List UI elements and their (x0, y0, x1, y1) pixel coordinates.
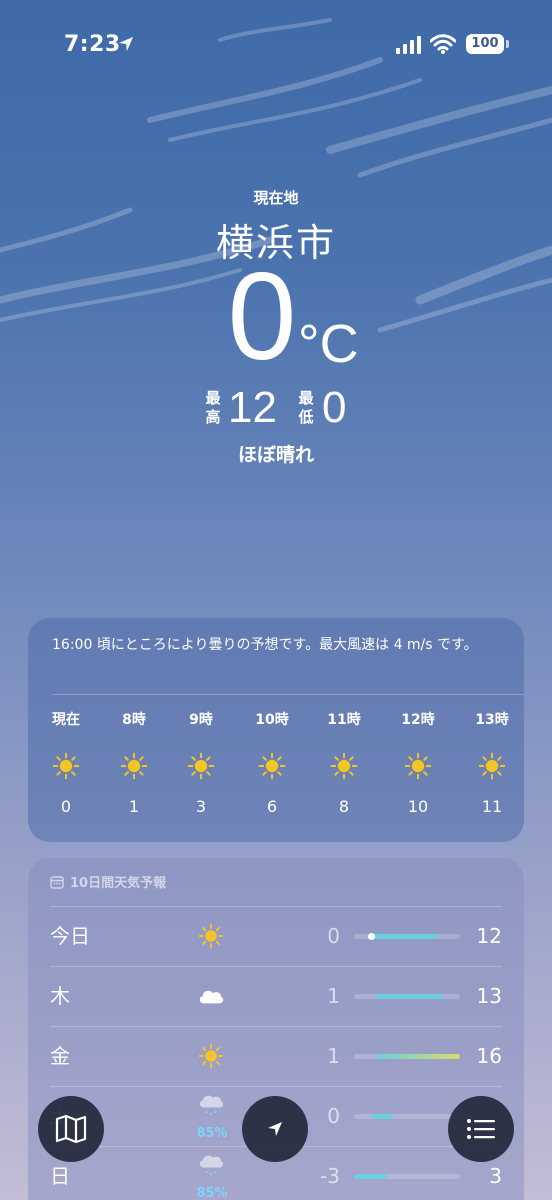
map-icon (55, 1114, 87, 1144)
hourly-item: 8時 1 (104, 706, 164, 822)
hour-label: 現在 (52, 712, 80, 728)
hour-temperature: 3 (195, 797, 207, 816)
temperature-value: 0 (227, 248, 297, 386)
row-divider (50, 1026, 502, 1027)
precipitation-chance: 85% (196, 1186, 228, 1200)
day-high: 12 (476, 924, 502, 948)
hourly-item: 13時 11 (462, 706, 522, 822)
battery-indicator: 100 (466, 34, 504, 54)
hour-label: 11時 (327, 712, 361, 728)
hour-label: 10時 (255, 712, 289, 728)
hour-label: 13時 (475, 712, 509, 728)
location-label: 現在地 (253, 189, 299, 207)
location-list-button[interactable] (448, 1096, 514, 1162)
temp-range-fill (370, 1114, 394, 1119)
hour-temperature: 6 (266, 797, 278, 816)
battery-tip (506, 40, 509, 48)
hour-temperature: 10 (407, 797, 429, 816)
high-value: 12 (228, 383, 277, 432)
daily-row[interactable]: 木 1 13 (50, 966, 502, 1026)
calendar-icon (50, 875, 64, 889)
temperature-unit: °C (298, 314, 359, 374)
day-low: 1 (327, 1044, 340, 1068)
sun-icon (196, 906, 226, 966)
row-divider (50, 966, 502, 967)
temp-range-bar (354, 1174, 460, 1179)
map-button[interactable] (38, 1096, 104, 1162)
sun-icon (462, 746, 522, 786)
hour-temperature: 11 (481, 797, 503, 816)
row-divider (50, 1086, 502, 1087)
hourly-item: 10時 6 (242, 706, 302, 822)
hourly-forecast-card[interactable]: 16:00 頃にところにより曇りの予想です。最大風速は 4 m/s です。 現在… (28, 618, 524, 842)
temp-range-fill (376, 1054, 460, 1059)
day-high: 13 (476, 984, 502, 1008)
sun-icon (171, 746, 231, 786)
day-low: 1 (327, 984, 340, 1008)
high-label: 最高 (204, 389, 222, 427)
hourly-item: 12時 10 (388, 706, 448, 822)
low-label: 最低 (297, 389, 315, 427)
forecast-summary: 16:00 頃にところにより曇りの予想です。最大風速は 4 m/s です。 (52, 637, 478, 653)
ten-day-title: 10日間天気予報 (70, 876, 167, 891)
temp-range-fill (370, 934, 438, 939)
hour-temperature: 0 (60, 797, 72, 816)
hourly-item: 11時 8 (314, 706, 374, 822)
high-low: 最高 12 最低 0 (0, 383, 552, 433)
cellular-signal-icon (396, 36, 421, 54)
high-label-text: 最高 (205, 389, 221, 426)
sun-icon (104, 746, 164, 786)
daily-row[interactable]: 今日 0 12 (50, 906, 502, 966)
current-temp-dot (367, 933, 375, 940)
temp-range-fill (376, 994, 444, 999)
location-services-icon (119, 37, 133, 51)
hour-label: 8時 (122, 712, 146, 728)
hour-label: 12時 (401, 712, 435, 728)
sun-icon (314, 746, 374, 786)
day-low: 0 (327, 924, 340, 948)
hourly-item: 9時 3 (171, 706, 231, 822)
hourly-item: 現在 0 (36, 706, 96, 822)
sun-icon (36, 746, 96, 786)
sun-icon (388, 746, 448, 786)
day-name: 今日 (50, 924, 90, 948)
hour-label: 9時 (189, 712, 213, 728)
divider (52, 694, 524, 695)
hour-temperature: 8 (338, 797, 350, 816)
weather-condition: ほぼ晴れ (237, 444, 314, 466)
wifi-icon (430, 34, 456, 54)
location-arrow-icon (268, 1122, 282, 1136)
day-low: -3 (320, 1164, 340, 1188)
daily-row[interactable]: 金 1 16 (50, 1026, 502, 1086)
temp-range-bar (354, 1054, 460, 1059)
current-temperature: 0 °C (0, 255, 552, 379)
ten-day-header: 10日間天気予報 (50, 872, 166, 891)
day-name: 木 (50, 984, 70, 1008)
temp-range-bar (354, 994, 460, 999)
status-bar: 7:23 100 (0, 0, 552, 90)
day-name: 金 (50, 1044, 70, 1068)
temp-range-fill (354, 1174, 388, 1179)
temp-range-bar (354, 933, 460, 940)
low-label-text: 最低 (298, 389, 314, 426)
day-high: 16 (476, 1044, 502, 1068)
sun-icon (242, 746, 302, 786)
cloud-icon (196, 966, 226, 1026)
current-location-button[interactable] (242, 1096, 308, 1162)
row-divider (50, 906, 502, 907)
status-time: 7:23 (64, 32, 121, 57)
low-value: 0 (322, 383, 347, 432)
temp-range-bar (354, 1114, 460, 1119)
hour-temperature: 1 (128, 797, 140, 816)
list-icon (467, 1119, 495, 1139)
